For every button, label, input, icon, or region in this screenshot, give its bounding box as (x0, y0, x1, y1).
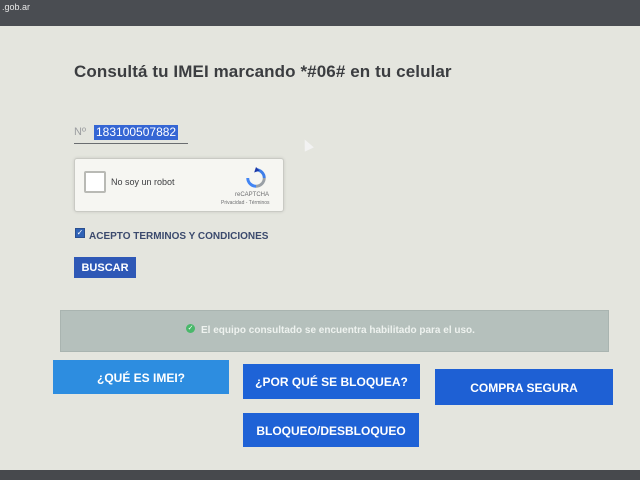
status-text: El equipo consultado se encuentra habili… (201, 325, 475, 336)
imei-value[interactable]: 183100507882 (94, 125, 179, 140)
terms-label[interactable]: ACEPTO TERMINOS Y CONDICIONES (89, 231, 268, 242)
recaptcha-brand: reCAPTCHA (235, 192, 270, 198)
search-button[interactable]: BUSCAR (74, 257, 136, 278)
taskbar (0, 470, 640, 480)
browser-url[interactable]: .gob.ar (2, 2, 30, 12)
status-message: ✓ El equipo consultado se encuentra habi… (60, 310, 609, 352)
page-title: Consultá tu IMEI marcando *#06# en tu ce… (74, 62, 452, 81)
recaptcha-logo-icon (246, 167, 266, 188)
recaptcha-label: No soy un robot (111, 177, 175, 187)
what-is-imei-button[interactable]: ¿QUÉ ES IMEI? (53, 360, 229, 394)
imei-prefix: Nº (74, 126, 86, 138)
imei-input[interactable]: Nº 183100507882 (74, 125, 188, 144)
recaptcha-checkbox[interactable] (84, 171, 106, 193)
safe-purchase-button[interactable]: COMPRA SEGURA (435, 369, 613, 405)
check-circle-icon: ✓ (186, 324, 195, 333)
recaptcha-links[interactable]: Privacidad - Términos (221, 200, 270, 206)
block-unblock-button[interactable]: BLOQUEO/DESBLOQUEO (243, 413, 419, 447)
recaptcha-widget: No soy un robot reCAPTCHA Privacidad - T… (74, 158, 284, 212)
why-blocked-button[interactable]: ¿POR QUÉ SE BLOQUEA? (243, 364, 420, 399)
terms-checkbox[interactable]: ✓ (75, 228, 85, 238)
browser-top-bar: .gob.ar (0, 0, 640, 26)
